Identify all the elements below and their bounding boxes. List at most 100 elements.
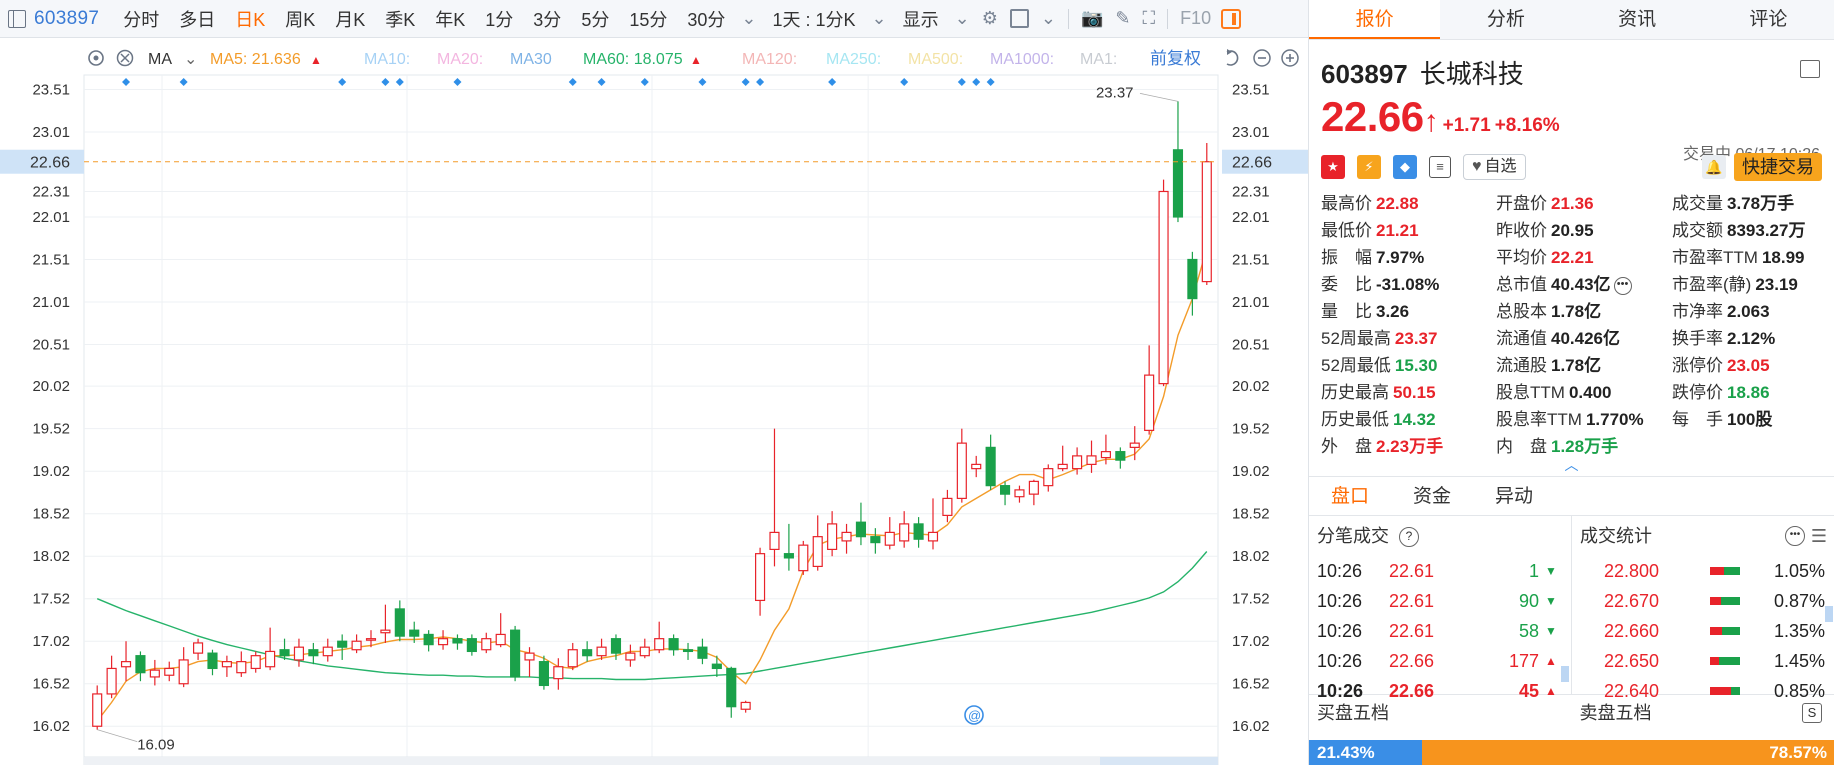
up-triangle-icon: ▲ (1545, 654, 1557, 668)
period-tab-1min[interactable]: 1分 (485, 6, 513, 32)
y-tick-label-left: 20.51 (32, 337, 70, 354)
collapse-chevron-icon[interactable]: ︿ (1309, 458, 1834, 472)
display-chevron-icon[interactable]: ⌄ (955, 8, 970, 29)
subtab-orderbook[interactable]: 盘口 (1309, 477, 1391, 515)
layout-chevron-icon[interactable]: ⌄ (1041, 8, 1056, 29)
stat-label: 振 幅 (1321, 248, 1372, 267)
tab-news[interactable]: 资讯 (1572, 0, 1703, 39)
display-menu[interactable]: 显示 (903, 6, 939, 32)
side-panel-toggle-icon[interactable] (1221, 8, 1242, 29)
candle-body (1043, 468, 1054, 487)
camera-icon[interactable]: 📷 (1081, 8, 1103, 29)
period-tab-yearly-k[interactable]: 年K (435, 6, 465, 32)
sidebar-toggle-icon[interactable] (8, 9, 26, 28)
adjust-toggle[interactable]: 前复权 (1150, 49, 1201, 68)
toolbar-divider (1067, 8, 1069, 29)
ma1000-legend[interactable]: MA1000: (990, 51, 1054, 68)
tick-trades-list[interactable]: 10:26 22.61 1 ▼ 10:26 22.61 90 ▼ 10:26 22.61 58 ▼ 10… (1309, 556, 1571, 706)
range-selector[interactable]: 1天 : 1分K (772, 6, 855, 32)
at-symbol-icon[interactable]: @ (964, 705, 984, 725)
period-tab-30min[interactable]: 30分 (687, 6, 725, 32)
period-tab-5min[interactable]: 5分 (581, 6, 609, 32)
indicator-close-icon[interactable] (116, 49, 134, 67)
alert-bell-icon[interactable]: 🔔 (1702, 155, 1726, 179)
candle[interactable] (1158, 179, 1169, 387)
more-options-icon[interactable]: ••• (1785, 526, 1805, 546)
ma30-legend[interactable]: MA30 (510, 51, 552, 68)
tag-icon[interactable]: ◆ (1393, 155, 1417, 179)
ma20-legend[interactable]: MA20: (437, 51, 483, 68)
price-stat-pct: 1.45% (1773, 651, 1826, 671)
trade-stats-list[interactable]: 22.800 1.05% 22.670 0.87% 22.660 1.35% 22.650 1… (1572, 556, 1834, 706)
add-favorite-button[interactable]: ♥ 自选 (1463, 154, 1526, 180)
tab-quote[interactable]: 报价 (1309, 0, 1441, 39)
menu-list-icon[interactable]: ☰ (1811, 526, 1827, 546)
stats-scrollbar-thumb[interactable] (1825, 606, 1833, 622)
ma120-legend[interactable]: MA120: (742, 51, 797, 68)
candle-body (236, 661, 247, 674)
ma5-legend[interactable]: MA5: 21.636 (210, 51, 301, 68)
chart-scrollbar-thumb[interactable] (1100, 757, 1218, 765)
indicator-chevron-icon[interactable]: ⌄ (184, 51, 197, 68)
market-cap-more-icon[interactable]: ••• (1613, 276, 1632, 295)
range-chevron-icon[interactable]: ⌄ (872, 8, 887, 29)
stat-cell: 市盈率TTM 18.99 (1672, 244, 1822, 271)
kline-chart[interactable]: 23.51 23.01 22.31 22.01 21.51 21.01 20.51 20.02… (0, 39, 1308, 765)
tick-volume: 58 (1518, 621, 1539, 641)
period-tab-15min[interactable]: 15分 (629, 6, 667, 32)
subtab-movement[interactable]: 异动 (1473, 477, 1555, 515)
settings-gear-icon[interactable]: ⚙ (982, 8, 998, 29)
candle[interactable] (798, 540, 809, 575)
ma10-legend[interactable]: MA10: (364, 51, 410, 68)
help-icon[interactable]: ? (1399, 527, 1419, 548)
tick-scrollbar-thumb[interactable] (1561, 666, 1569, 682)
stat-label: 成交量 (1672, 194, 1723, 213)
period-tab-monthly-k[interactable]: 月K (335, 6, 365, 32)
undo-icon[interactable] (1226, 49, 1239, 66)
add-favorite-label: 自选 (1484, 158, 1517, 175)
candle-body (625, 652, 636, 661)
china-flag-icon[interactable]: ★ (1321, 155, 1345, 179)
stat-cell: 跌停价 18.86 (1672, 379, 1822, 406)
candle-body (1086, 455, 1097, 465)
s-switch-icon[interactable]: S (1802, 703, 1822, 723)
y-tick-label-left: 17.52 (32, 591, 70, 608)
fullscreen-icon[interactable]: ⛶ (1142, 8, 1155, 29)
lightning-icon[interactable]: ⚡ (1357, 155, 1381, 179)
ma500-legend[interactable]: MA500: (908, 51, 963, 68)
period-tab-quarterly-k[interactable]: 季K (385, 6, 415, 32)
price-stat-bar (1709, 567, 1767, 575)
ma250-legend[interactable]: MA250: (826, 51, 881, 68)
price-stat-bar (1709, 597, 1767, 605)
period-tab-weekly-k[interactable]: 周K (285, 6, 315, 32)
price-stat-bar (1709, 687, 1767, 695)
ma60-legend[interactable]: MA60: 18.075 (583, 51, 683, 68)
period-tab-daily-k[interactable]: 日K (235, 6, 265, 32)
chart-scrollbar-track[interactable] (84, 757, 1218, 765)
candle[interactable] (510, 625, 521, 682)
tick-trades: 分笔成交? 10:26 22.61 1 ▼ 10:26 22.61 90 ▼ 10:26 22.6… (1309, 516, 1572, 701)
draw-pen-icon[interactable]: ✎ (1115, 8, 1130, 29)
quick-trade-button[interactable]: 快捷交易 (1734, 153, 1822, 181)
zoom-in-icon[interactable] (1281, 49, 1299, 67)
tab-comments[interactable]: 评论 (1703, 0, 1834, 39)
layout-box-icon[interactable] (1009, 9, 1029, 28)
zoom-out-icon[interactable] (1253, 49, 1271, 67)
candle[interactable] (1201, 143, 1212, 285)
ma1x-legend[interactable]: MA1: (1080, 51, 1117, 68)
stat-cell: 流通股 1.78亿 (1496, 352, 1672, 379)
period-more-chevron-icon[interactable]: ⌄ (741, 8, 756, 29)
candle-body (1144, 374, 1155, 431)
indicator-settings-gear-icon[interactable] (88, 50, 104, 66)
detach-window-icon[interactable] (1800, 60, 1820, 78)
tab-analysis[interactable]: 分析 (1440, 0, 1571, 39)
indicator-selector[interactable]: MA (148, 51, 172, 68)
kline-chart-area[interactable]: 23.51 23.01 22.31 22.01 21.51 21.01 20.51 20.02… (0, 39, 1308, 765)
stat-label: 52周最高 (1321, 329, 1391, 348)
period-tab-3min[interactable]: 3分 (533, 6, 561, 32)
subtab-capital[interactable]: 资金 (1391, 477, 1473, 515)
period-tab-multiday[interactable]: 多日 (179, 6, 215, 32)
period-tab-intraday[interactable]: 分时 (123, 6, 159, 32)
document-icon[interactable]: ≡ (1429, 156, 1451, 178)
f10-button[interactable]: F10 (1180, 8, 1211, 29)
